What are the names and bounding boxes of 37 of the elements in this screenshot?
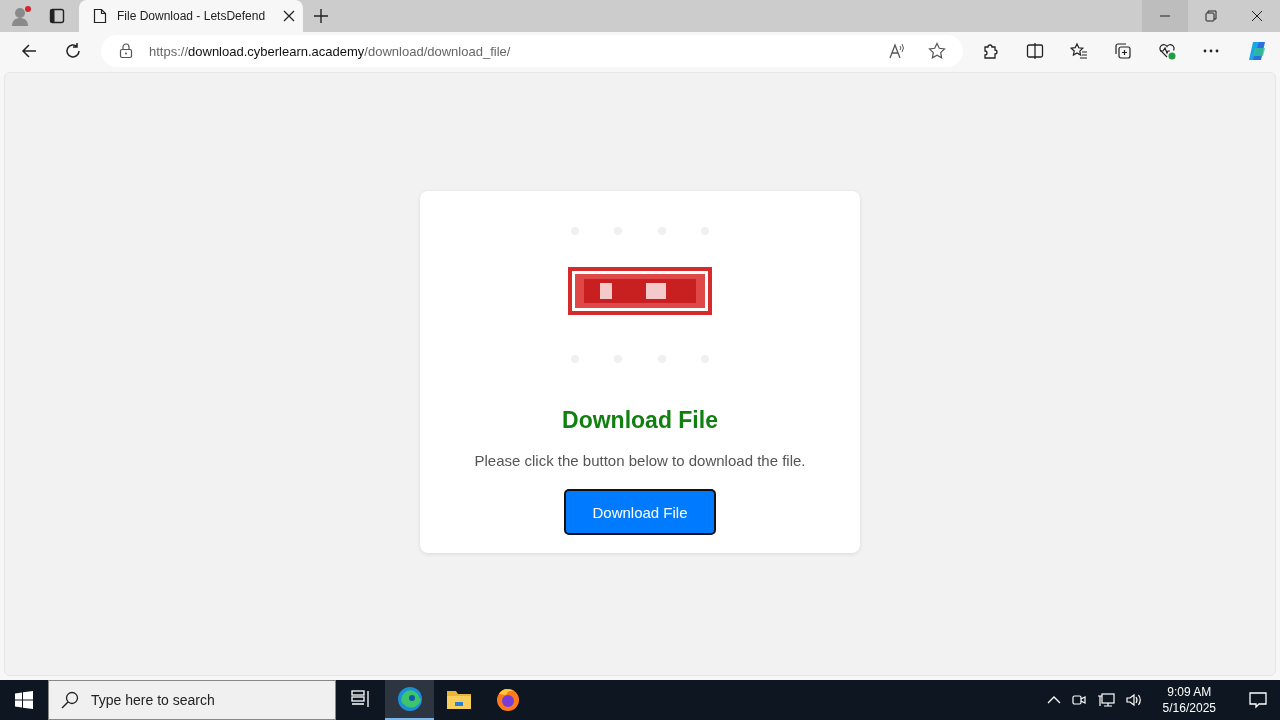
- lock-icon[interactable]: [119, 43, 133, 59]
- camera-icon[interactable]: [1070, 692, 1087, 708]
- clock[interactable]: 9:09 AM 5/16/2025: [1162, 684, 1216, 716]
- close-icon[interactable]: [1251, 10, 1263, 22]
- split-screen-icon[interactable]: [1026, 42, 1044, 60]
- search-input[interactable]: Type here to search: [89, 691, 333, 709]
- clock-date: 5/16/2025: [1162, 700, 1216, 716]
- notifications-icon[interactable]: [1248, 691, 1268, 709]
- restore-icon[interactable]: [1205, 10, 1217, 22]
- close-tab-icon[interactable]: [283, 10, 295, 22]
- clock-time: 9:09 AM: [1167, 684, 1212, 700]
- tab-title: File Download - LetsDefend: [117, 9, 267, 23]
- tab-actions-icon[interactable]: [49, 8, 65, 24]
- page-icon: [93, 8, 107, 24]
- windows-start-icon[interactable]: [14, 690, 34, 710]
- taskbar-search-field[interactable]: Type here to search: [48, 680, 336, 720]
- collections-icon[interactable]: [1114, 42, 1132, 60]
- health-check-icon[interactable]: [1158, 42, 1176, 60]
- address-bar[interactable]: https://download.cyberlearn.academy/download/download_file/: [101, 35, 963, 67]
- download-button[interactable]: Download File: [564, 489, 716, 535]
- url-text[interactable]: https://download.cyberlearn.academy/download/download_file/: [149, 43, 511, 59]
- browser-tab[interactable]: File Download - LetsDefend: [79, 0, 303, 32]
- refresh-icon[interactable]: [64, 42, 82, 60]
- instruction-text: Please click the button below to download the file.: [474, 452, 806, 469]
- search-icon: [61, 691, 79, 709]
- network-icon[interactable]: [1096, 692, 1115, 708]
- profile-icon[interactable]: [11, 5, 33, 27]
- volume-icon[interactable]: [1124, 692, 1143, 708]
- extensions-icon[interactable]: [982, 42, 1000, 60]
- edge-browser-icon[interactable]: [385, 680, 434, 720]
- favorite-star-icon[interactable]: [928, 42, 946, 60]
- chevron-up-icon[interactable]: [1046, 695, 1061, 705]
- read-aloud-icon[interactable]: [888, 42, 906, 60]
- page-heading: Download File: [562, 407, 718, 434]
- new-tab-icon[interactable]: [313, 8, 329, 24]
- favorites-icon[interactable]: [1070, 42, 1088, 60]
- back-icon[interactable]: [20, 42, 38, 60]
